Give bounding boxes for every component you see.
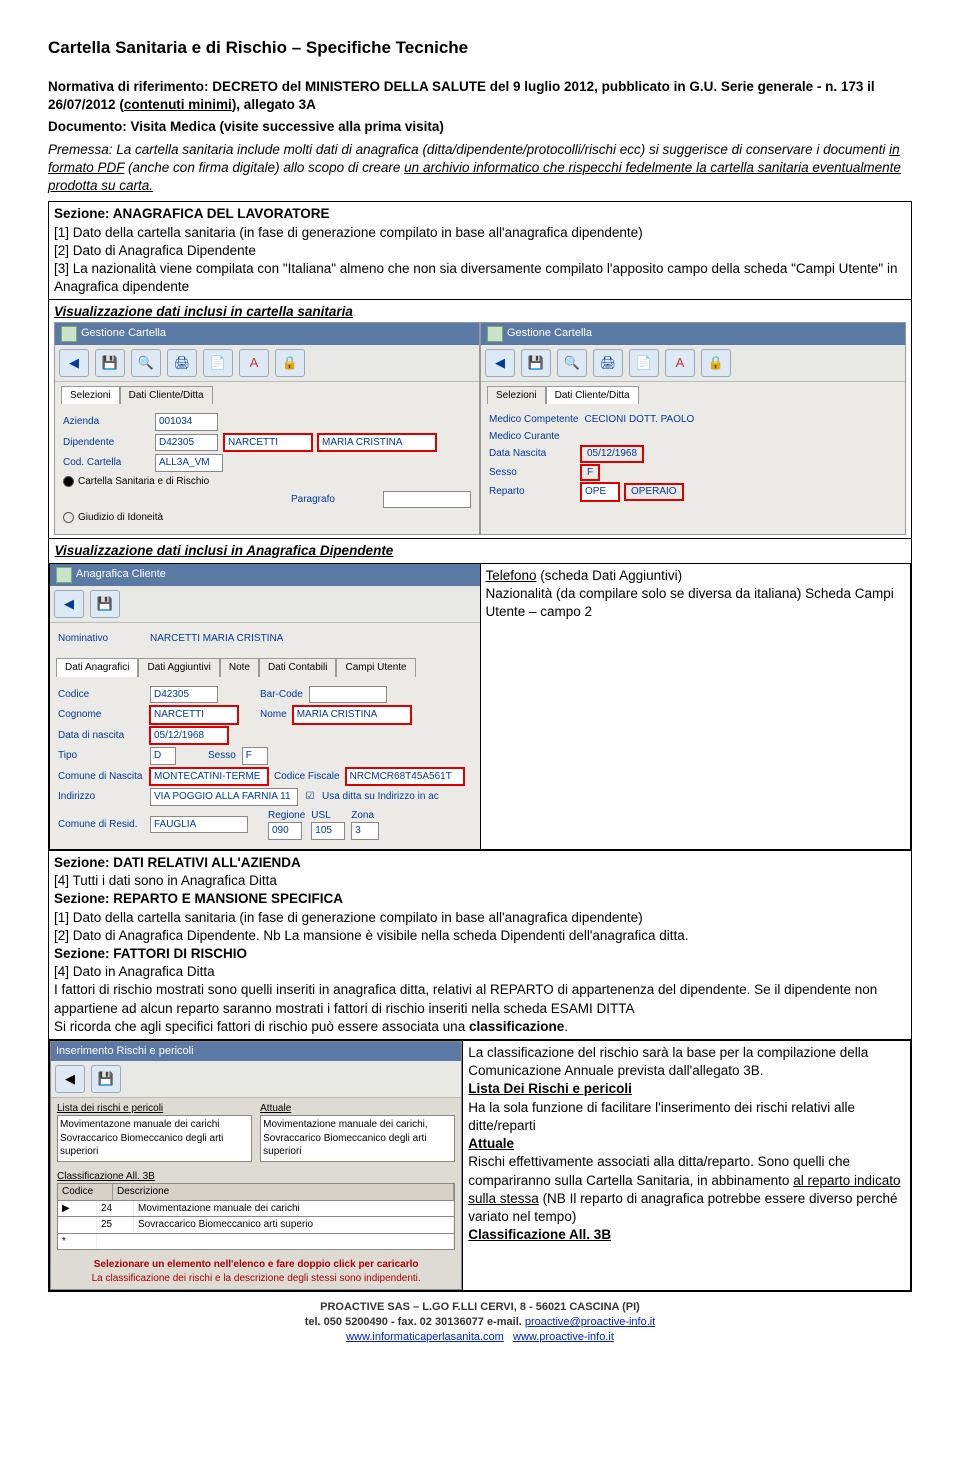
- medico-competente-value: CECIONI DOTT. PAOLO: [585, 413, 695, 427]
- sezione-anagrafica-lavoratore: Sezione: ANAGRAFICA DEL LAVORATORE [1] D…: [48, 201, 912, 1292]
- tipo-field[interactable]: D: [150, 747, 176, 765]
- vis-anagrafica-header: Visualizzazione dati inclusi in Anagrafi…: [55, 543, 394, 558]
- indirizzo-field[interactable]: VIA POGGIO ALLA FARNIA 11: [150, 788, 298, 806]
- data-nascita-value: 05/12/1968: [581, 446, 643, 462]
- lock-icon[interactable]: 🔒: [275, 349, 305, 377]
- site-link-1[interactable]: www.informaticaperlasanita.com: [346, 1331, 504, 1343]
- back-icon[interactable]: ◀: [485, 349, 515, 377]
- zona-field[interactable]: 3: [351, 822, 379, 840]
- sesso-field[interactable]: F: [242, 747, 268, 765]
- gestione-cartella-right: Gestione Cartella ◀ 💾 🔍 🖨 📄 A 🔒 Selezion…: [480, 322, 906, 535]
- doc-icon[interactable]: 📄: [629, 349, 659, 377]
- tab-dati-cliente[interactable]: Dati Cliente/Ditta: [546, 386, 639, 405]
- doc-title: Cartella Sanitaria e di Rischio – Specif…: [48, 38, 912, 58]
- email-link[interactable]: proactive@proactive-info.it: [525, 1316, 655, 1328]
- tab-dati-aggiuntivi[interactable]: Dati Aggiuntivi: [138, 658, 219, 677]
- tab-dati-cliente[interactable]: Dati Cliente/Ditta: [120, 386, 213, 405]
- nome-field[interactable]: MARIA CRISTINA: [293, 706, 411, 724]
- regione-field[interactable]: 090: [268, 822, 302, 840]
- reparto-desc: OPERAIO: [625, 484, 683, 500]
- cognome-field[interactable]: NARCETTI: [150, 706, 238, 724]
- back-icon[interactable]: ◀: [55, 1065, 85, 1093]
- app-icon: [61, 326, 77, 342]
- anagrafica-cliente-shot: Anagrafica Cliente ◀ 💾 NominativoNARCETT…: [50, 564, 480, 849]
- data-nascita-field[interactable]: 05/12/1968: [150, 727, 228, 745]
- pdf-icon[interactable]: A: [239, 349, 269, 377]
- grid-row[interactable]: ▶24Movimentazione manuale dei carichi: [57, 1201, 455, 1218]
- cognome-field[interactable]: NARCETTI: [224, 434, 312, 452]
- grid-row[interactable]: 25Sovraccarico Biomeccanico arti superio: [57, 1217, 455, 1234]
- vis-cartella-header: Visualizzazione dati inclusi in cartella…: [54, 303, 906, 321]
- app-icon: [56, 567, 72, 583]
- radio-cartella[interactable]: Cartella Sanitaria e di Rischio: [63, 475, 471, 489]
- codice-fiscale-field[interactable]: NRCMCR68T45A561T: [346, 768, 464, 786]
- radio-giudizio[interactable]: Giudizio di Idoneità: [63, 511, 471, 525]
- page-footer: PROACTIVE SAS – L.GO F.LLI CERVI, 8 - 56…: [48, 1300, 912, 1345]
- tab-selezioni[interactable]: Selezioni: [487, 386, 546, 405]
- save-icon[interactable]: 💾: [521, 349, 551, 377]
- normativa: Normativa di riferimento: DECRETO del MI…: [48, 78, 912, 114]
- attuale-list[interactable]: Movimentazione manuale dei carichi, Sovr…: [260, 1115, 455, 1162]
- lista-rischi[interactable]: Movimentazone manuale dei carichiSovracc…: [57, 1115, 252, 1162]
- back-icon[interactable]: ◀: [54, 590, 84, 618]
- paragrafo-field[interactable]: [383, 491, 471, 508]
- print-icon[interactable]: 🖨: [593, 349, 623, 377]
- premessa: Premessa: La cartella sanitaria include …: [48, 141, 912, 196]
- tab-selezioni[interactable]: Selezioni: [61, 386, 120, 405]
- gestione-cartella-left: Gestione Cartella ◀ 💾 🔍 🖨 📄 A 🔒 Selezion…: [54, 322, 480, 535]
- dipendente-field[interactable]: D42305: [155, 434, 218, 452]
- documento-line: Documento: Visita Medica (visite success…: [48, 118, 912, 136]
- codice-field[interactable]: D42305: [150, 686, 218, 704]
- save-icon[interactable]: 💾: [95, 349, 125, 377]
- cod-cartella-field[interactable]: ALL3A_VM: [155, 454, 223, 472]
- inserimento-rischi-shot: Inserimento Rischi e pericoli ◀ 💾 Lista …: [50, 1041, 462, 1290]
- zoom-icon[interactable]: 🔍: [557, 349, 587, 377]
- app-icon: [487, 326, 503, 342]
- tab-campi-utente[interactable]: Campi Utente: [336, 658, 415, 677]
- usl-field[interactable]: 105: [311, 822, 345, 840]
- save-icon[interactable]: 💾: [90, 590, 120, 618]
- lock-icon[interactable]: 🔒: [701, 349, 731, 377]
- tab-dati-anagrafici[interactable]: Dati Anagrafici: [56, 658, 138, 677]
- site-link-2[interactable]: www.proactive-info.it: [513, 1331, 614, 1343]
- nominativo-value: NARCETTI MARIA CRISTINA: [150, 632, 283, 646]
- comune-resid-field[interactable]: FAUGLIA: [150, 816, 248, 834]
- nome-field[interactable]: MARIA CRISTINA: [318, 434, 436, 452]
- tab-dati-contabili[interactable]: Dati Contabili: [259, 658, 336, 677]
- doc-icon[interactable]: 📄: [203, 349, 233, 377]
- back-icon[interactable]: ◀: [59, 349, 89, 377]
- sesso-value: F: [581, 465, 599, 481]
- print-icon[interactable]: 🖨: [167, 349, 197, 377]
- barcode-field[interactable]: [309, 686, 387, 703]
- save-icon[interactable]: 💾: [91, 1065, 121, 1093]
- reparto-code[interactable]: OPE: [581, 483, 619, 501]
- comune-nascita-field[interactable]: MONTECATINI-TERME: [150, 768, 268, 786]
- zoom-icon[interactable]: 🔍: [131, 349, 161, 377]
- pdf-icon[interactable]: A: [665, 349, 695, 377]
- tab-note[interactable]: Note: [220, 658, 259, 677]
- azienda-field[interactable]: 001034: [155, 413, 218, 431]
